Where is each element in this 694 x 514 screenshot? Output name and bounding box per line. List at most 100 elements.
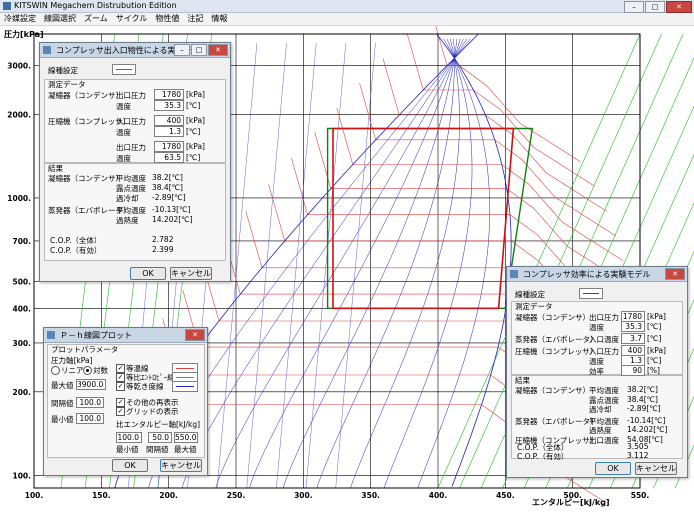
- line-style-swatch[interactable]: [112, 64, 136, 75]
- row-value-input[interactable]: 90: [621, 365, 645, 376]
- ok-button[interactable]: OK: [112, 459, 148, 472]
- result-label: 過冷却: [116, 194, 139, 203]
- linear-radio-label: リニア: [61, 366, 84, 375]
- dialog-minimize-button[interactable]: –: [174, 44, 190, 56]
- row-unit: [kPa]: [186, 142, 205, 151]
- result-value: 14.202[℃]: [627, 425, 668, 434]
- row-unit: [℃]: [186, 153, 201, 162]
- window-controls: – □ ✕: [624, 1, 692, 13]
- enthalpy-max-label: 最大値: [174, 445, 197, 454]
- option-checkbox[interactable]: ✓: [116, 407, 125, 416]
- menu-zoom[interactable]: ズーム: [80, 13, 112, 25]
- dialog-close-button[interactable]: ✕: [208, 44, 228, 56]
- menu-diagram[interactable]: 線図選択: [40, 13, 80, 25]
- menu-notes[interactable]: 注記: [183, 13, 207, 25]
- enthalpy-min-input[interactable]: 100.0: [116, 432, 142, 443]
- window-titlebar: KITSWIN Megachem Distrubution Edition – …: [0, 0, 694, 13]
- row-group-label: 蒸発器（エバポレータ）: [515, 335, 598, 344]
- step-value-input[interactable]: 100.0: [76, 397, 104, 408]
- y-tick-label: 700.: [12, 237, 31, 246]
- result-value: 38.2[℃]: [627, 385, 658, 394]
- step-label: 間隔値: [51, 399, 74, 408]
- option-checkbox[interactable]: ✓: [116, 373, 125, 382]
- line-setting-label: 線種設定: [48, 66, 78, 75]
- y-tick-label: 200.: [12, 388, 31, 397]
- dialog-close-button[interactable]: ✕: [665, 268, 685, 280]
- cancel-button[interactable]: キャンセル: [170, 267, 212, 280]
- menu-properties[interactable]: 物性値: [151, 13, 183, 25]
- maximize-button[interactable]: □: [645, 1, 665, 13]
- ok-button[interactable]: OK: [130, 267, 166, 280]
- row-unit: [kPa]: [647, 346, 666, 355]
- dialog-icon: [510, 270, 518, 278]
- dialog-close-button[interactable]: ✕: [185, 329, 205, 341]
- liquid-region-line: [276, 42, 317, 489]
- row-unit: [℃]: [647, 356, 662, 365]
- min-value-input[interactable]: 100.0: [76, 413, 104, 424]
- y-axis-label: 圧力[kPa]: [4, 29, 44, 39]
- row-label: 温度: [116, 128, 131, 137]
- option-label: 等乾き度線: [126, 382, 164, 391]
- cop-value: 2.782: [152, 235, 174, 244]
- plot-parameters-title: プロットパラメータ: [51, 345, 119, 354]
- row-unit: [℃]: [647, 334, 662, 343]
- quality-line: [383, 38, 473, 489]
- result-value: 38.4[℃]: [152, 183, 183, 192]
- max-value-input[interactable]: 3900.0: [76, 379, 106, 390]
- result-value: 38.2[℃]: [152, 173, 183, 182]
- option-label: グリッドの表示: [126, 407, 179, 416]
- liquid-region-line: [305, 42, 346, 489]
- cop-value: 3.505: [627, 442, 649, 451]
- result-value: -10.13[℃]: [152, 205, 191, 214]
- log-radio[interactable]: [83, 366, 92, 375]
- row-value-input[interactable]: 1.3: [154, 126, 184, 137]
- row-unit: [kPa]: [186, 116, 205, 125]
- quality-line: [417, 38, 490, 489]
- x-tick-label: 550.: [631, 491, 650, 500]
- result-value: 14.202[℃]: [152, 215, 193, 224]
- result-group-label: 凝縮器（コンデンサ）: [515, 386, 590, 395]
- enthalpy-max-input[interactable]: 550.0: [174, 432, 198, 443]
- option-checkbox[interactable]: ✓: [116, 398, 125, 407]
- option-checkbox[interactable]: ✓: [116, 382, 125, 391]
- y-tick-label: 300.: [12, 339, 31, 348]
- x-axis-label: エンタルピー[kJ/kg]: [532, 497, 610, 507]
- row-value-input[interactable]: 3.7: [621, 333, 645, 344]
- row-value-input[interactable]: 35.3: [154, 100, 184, 111]
- min-label: 最小値: [51, 415, 74, 424]
- row-label: 出口圧力: [116, 143, 146, 152]
- result-label: 過冷却: [589, 405, 612, 414]
- dialog-maximize-button[interactable]: □: [191, 44, 207, 56]
- y-tick-label: 3000.: [7, 62, 31, 71]
- measured-data-title: 測定データ: [515, 302, 553, 311]
- option-line-swatch[interactable]: [172, 381, 198, 392]
- option-checkbox[interactable]: ✓: [116, 364, 125, 373]
- line-setting-label: 線種設定: [515, 290, 545, 299]
- line-style-swatch[interactable]: [579, 288, 603, 299]
- cancel-button[interactable]: キャンセル: [635, 462, 677, 475]
- minimize-button[interactable]: –: [624, 1, 644, 13]
- y-tick-label: 400.: [12, 304, 31, 313]
- row-label: 温度: [589, 323, 604, 332]
- row-unit: [%]: [647, 366, 660, 375]
- isotherm-line: [430, 8, 581, 163]
- row-value-input[interactable]: 1780: [154, 141, 184, 152]
- cop-value: 3.112: [627, 451, 649, 460]
- menu-info[interactable]: 情報: [207, 13, 231, 25]
- cancel-button[interactable]: キャンセル: [160, 459, 202, 472]
- x-tick-label: 100.: [25, 491, 44, 500]
- dialog-icon: [47, 331, 55, 339]
- close-button[interactable]: ✕: [666, 1, 692, 13]
- isotherm-line: [336, 107, 624, 261]
- linear-radio[interactable]: [51, 366, 60, 375]
- row-value-input[interactable]: 35.3: [621, 321, 645, 332]
- x-tick-label: 400.: [429, 491, 448, 500]
- menu-refrigerant[interactable]: 冷媒設定: [0, 13, 40, 25]
- enthalpy-step-input[interactable]: 50.0: [148, 432, 172, 443]
- row-value-input[interactable]: 400: [154, 115, 184, 126]
- row-value-input[interactable]: 1780: [154, 89, 184, 100]
- ok-button[interactable]: OK: [595, 462, 631, 475]
- row-value-input[interactable]: 63.5: [154, 152, 184, 163]
- menu-cycle[interactable]: サイクル: [112, 13, 152, 25]
- x-tick-label: 350.: [361, 491, 380, 500]
